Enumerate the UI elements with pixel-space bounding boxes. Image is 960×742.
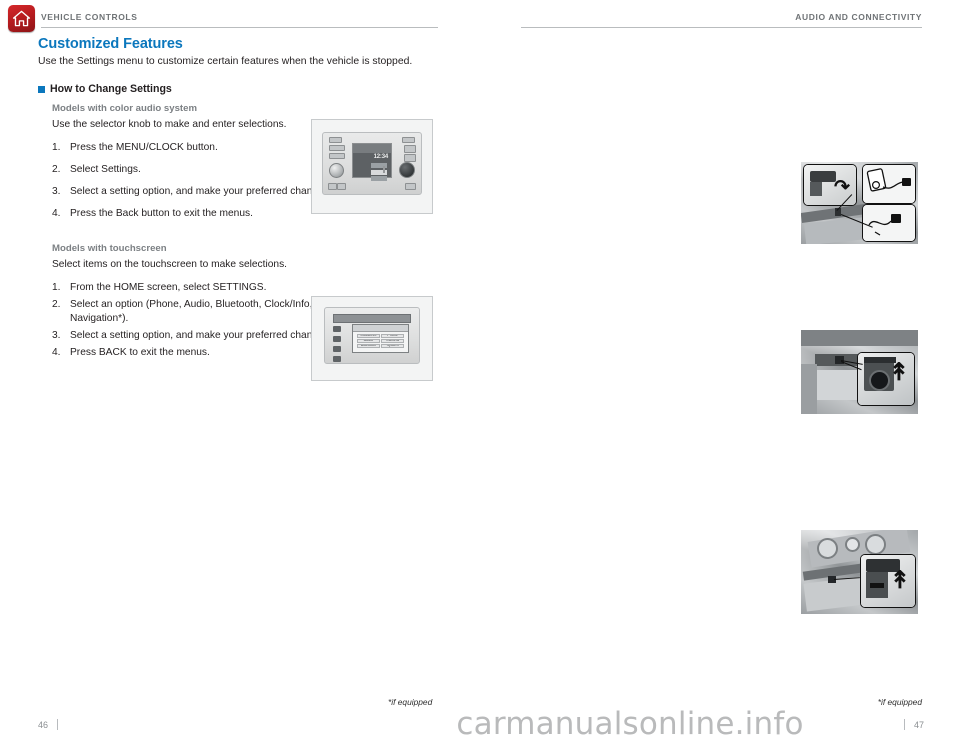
step-item: From the HOME screen, select SETTINGS.	[52, 281, 267, 295]
page-folio-right: 47	[903, 719, 924, 730]
hu-button	[405, 183, 416, 190]
touchscreen-top-bar	[333, 314, 411, 323]
selector-knob-right-icon	[399, 162, 415, 178]
hu-button	[404, 154, 416, 162]
sidebar-icon	[333, 356, 341, 362]
menu-tile[interactable]: Clock/Info	[357, 334, 380, 338]
color-audio-head-unit-illustration: 12:34	[311, 119, 433, 214]
menu-tile[interactable]: Phone	[381, 334, 404, 338]
upper-console-shadow	[801, 330, 918, 346]
usb-port-illustration: ↷	[801, 162, 918, 244]
subsection-heading: How to Change Settings	[38, 83, 440, 95]
touchscreen-screen-header	[353, 325, 408, 332]
open-arrow-icon: ↟	[888, 359, 909, 386]
hu-button	[404, 145, 416, 153]
folio-divider	[57, 719, 59, 730]
subsection-heading-label: How to Change Settings	[50, 83, 172, 95]
power-socket-callout: ↟	[857, 352, 915, 406]
footnote-right: *if equipped	[877, 697, 922, 707]
screen-tab-bar	[383, 166, 385, 173]
touchscreen-body: Clock/Info Phone Audio Camera Bluetooth …	[324, 307, 420, 364]
menu-row	[371, 176, 387, 181]
hdmi-connector-slot	[870, 583, 884, 588]
menu-tile[interactable]: Camera	[381, 339, 404, 343]
figure-photo: ↟	[801, 530, 918, 614]
hdmi-cover-callout: ↟	[860, 554, 916, 608]
head-unit-screen: 12:34	[352, 143, 392, 181]
usb-device-callout	[862, 164, 916, 204]
section-intro: Use the Settings menu to customize certa…	[38, 56, 413, 67]
head-unit-body: 12:34	[322, 132, 422, 195]
open-arrow-icon: ↟	[889, 567, 910, 594]
variant-label: Models with color audio system	[52, 103, 197, 114]
header-rule-left	[41, 27, 438, 28]
variant-label: Models with touchscreen	[52, 243, 167, 254]
socket-receptacle	[869, 370, 890, 391]
open-arrow-icon: ↷	[834, 177, 850, 198]
page-folio-left: 46	[38, 719, 59, 730]
usb-cover-callout: ↷	[803, 164, 857, 206]
hu-button	[329, 145, 345, 151]
sidebar-icon	[333, 336, 341, 342]
screen-clock: 12:34	[373, 154, 389, 160]
hu-button	[402, 137, 415, 143]
figure-frame: Clock/Info Phone Audio Camera Bluetooth …	[311, 296, 433, 381]
sidebar-icon	[333, 326, 341, 332]
touchscreen-sidebar	[333, 326, 347, 362]
menu-tile[interactable]: Bluetooth	[357, 344, 380, 348]
left-page: VEHICLE CONTROLS Customized Features Use…	[0, 0, 480, 738]
variant-intro: Select items on the touchscreen to make …	[52, 259, 287, 270]
figure-photo: ↷	[801, 162, 918, 244]
hu-button	[337, 183, 346, 190]
selector-knob-left-icon	[329, 163, 344, 178]
running-head-right: AUDIO AND CONNECTIVITY	[795, 12, 922, 22]
screen-status-bar	[353, 144, 391, 153]
menu-tile[interactable]: Audio	[357, 339, 380, 343]
home-icon[interactable]	[8, 5, 35, 32]
header-rule-right	[521, 27, 922, 28]
usb-cover-hinge	[810, 182, 822, 196]
page-title: Customized Features	[38, 36, 183, 52]
sidebar-icon	[333, 346, 341, 352]
touchscreen-menu-grid: Clock/Info Phone Audio Camera Bluetooth …	[357, 334, 404, 348]
hu-button	[329, 137, 342, 143]
footnote-left: *if equipped	[388, 697, 433, 707]
manual-page-spread: VEHICLE CONTROLS Customized Features Use…	[0, 0, 960, 742]
touchscreen-screen: Clock/Info Phone Audio Camera Bluetooth …	[352, 324, 409, 353]
climate-button-icon	[845, 537, 860, 552]
figure-frame: 12:34	[311, 119, 433, 214]
hdmi-port-illustration: ↟	[801, 530, 918, 614]
page-number: 47	[913, 719, 924, 730]
folio-divider	[903, 719, 905, 730]
menu-tile[interactable]: System	[381, 344, 404, 348]
usb-cable-callout	[862, 204, 916, 242]
usb-cover-lid	[810, 171, 836, 182]
hu-button	[329, 153, 345, 159]
accessory-power-socket-illustration: ↟	[801, 330, 918, 414]
hu-button	[328, 183, 337, 190]
seat-edge	[801, 364, 817, 414]
touchscreen-head-unit-illustration: Clock/Info Phone Audio Camera Bluetooth …	[311, 296, 433, 381]
page-number: 46	[38, 719, 49, 730]
figure-photo: ↟	[801, 330, 918, 414]
running-head-left: VEHICLE CONTROLS	[41, 12, 138, 22]
blue-square-bullet-icon	[38, 85, 45, 93]
